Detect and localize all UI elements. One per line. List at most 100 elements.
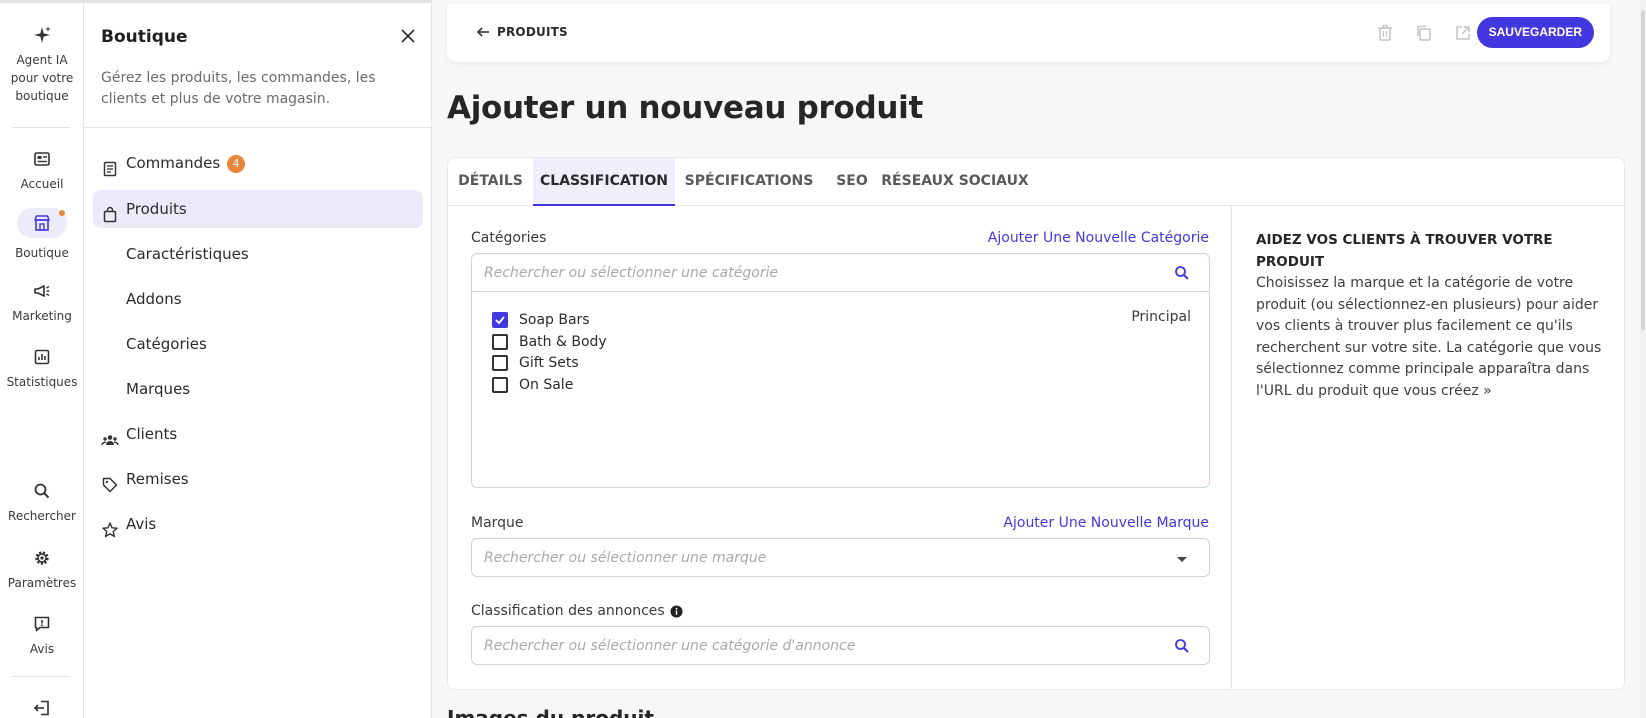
duplicate-icon[interactable] — [1414, 23, 1434, 43]
classification-form: Catégories Ajouter Une Nouvelle Catégori… — [448, 206, 1232, 689]
gear-icon — [32, 548, 52, 568]
rail-divider — [12, 676, 70, 677]
sidebar-item-produits[interactable]: Produits — [93, 190, 423, 228]
category-option[interactable]: Soap Bars — [492, 310, 590, 330]
sidebar-item-label: Caractéristiques — [126, 245, 249, 263]
sidebar-item-label: Marques — [126, 380, 191, 398]
product-form-card: DÉTAILS CLASSIFICATION SPÉCIFICATIONS SE… — [447, 157, 1625, 690]
search-icon — [1173, 264, 1191, 282]
search-icon — [32, 481, 52, 501]
tab-specifications[interactable]: SPÉCIFICATIONS — [675, 158, 823, 206]
rail-label: Paramètres — [7, 576, 77, 590]
ai-agent-button[interactable]: Agent IA pour votre boutique — [0, 25, 84, 105]
sidebar-item-caracteristiques[interactable]: Caractéristiques — [93, 235, 423, 273]
rail-item-accueil[interactable]: Accueil — [0, 149, 84, 193]
sidebar-item-clients[interactable]: Clients — [93, 415, 423, 453]
sidebar-item-categories[interactable]: Catégories — [93, 325, 423, 363]
sidebar-item-label: Catégories — [126, 335, 207, 353]
sidebar-description: Gérez les produits, les commandes, les c… — [101, 70, 376, 107]
chevron-down-icon — [1173, 550, 1191, 568]
megaphone-icon — [32, 281, 52, 301]
receipt-icon — [101, 154, 119, 177]
sidebar-item-label: Avis — [126, 515, 157, 533]
tab-bar: DÉTAILS CLASSIFICATION SPÉCIFICATIONS SE… — [448, 158, 1624, 206]
star-icon — [101, 515, 119, 538]
category-name: Bath & Body — [519, 334, 607, 350]
rail-label: Statistiques — [6, 375, 78, 389]
sidebar-item-commandes[interactable]: Commandes 4 — [93, 144, 423, 182]
search-icon — [1173, 637, 1191, 655]
checkbox[interactable] — [492, 355, 508, 371]
rail-label: Accueil — [20, 177, 64, 191]
help-body: Choisissez la marque et la catégorie de … — [1256, 275, 1602, 399]
help-title: AIDEZ VOS CLIENTS À TROUVER VOTRE PRODUI… — [1256, 232, 1553, 270]
principal-label: Principal — [1131, 309, 1191, 325]
store-sidebar: Boutique Gérez les produits, les command… — [84, 0, 432, 718]
shopping-bag-icon — [101, 200, 119, 223]
category-option[interactable]: On Sale — [492, 375, 573, 395]
category-option[interactable]: Bath & Body — [492, 332, 607, 352]
brand-select[interactable]: Rechercher ou sélectionner une marque — [471, 538, 1210, 577]
categories-label: Catégories — [471, 230, 547, 246]
tag-icon — [101, 470, 119, 493]
page-scrollbar[interactable] — [1640, 0, 1646, 718]
orders-count-badge: 4 — [227, 155, 246, 173]
rail-item-avis[interactable]: Avis — [0, 614, 84, 658]
sidebar-item-label: Commandes — [126, 154, 221, 172]
category-placeholder: Rechercher ou sélectionner une catégorie — [484, 265, 779, 281]
help-panel: AIDEZ VOS CLIENTS À TROUVER VOTRE PRODUI… — [1256, 230, 1606, 402]
trash-icon[interactable] — [1375, 23, 1395, 43]
home-dashboard-icon — [32, 149, 52, 169]
category-option[interactable]: Gift Sets — [492, 353, 579, 373]
rail-item-rechercher[interactable]: Rechercher — [0, 481, 84, 525]
product-images-section-title: Images du produit — [447, 706, 654, 718]
sidebar-item-label: Clients — [126, 425, 178, 443]
rail-divider — [12, 127, 70, 128]
logout-icon — [32, 698, 52, 718]
rail-item-marketing[interactable]: Marketing — [0, 281, 84, 325]
sidebar-item-label: Remises — [126, 470, 189, 488]
listing-placeholder: Rechercher ou sélectionner une catégorie… — [484, 638, 856, 654]
users-icon — [101, 425, 119, 446]
icon-rail: Agent IA pour votre boutique Accueil Bou… — [0, 0, 84, 718]
checkbox[interactable] — [492, 334, 508, 350]
info-icon[interactable] — [670, 604, 683, 618]
listing-category-search-input[interactable]: Rechercher ou sélectionner une catégorie… — [471, 626, 1210, 665]
category-name: On Sale — [519, 377, 574, 393]
tab-details[interactable]: DÉTAILS — [448, 158, 533, 206]
action-bar: PRODUITS SAUVEGARDER — [447, 4, 1610, 62]
save-button[interactable]: SAUVEGARDER — [1476, 17, 1594, 48]
sidebar-divider — [84, 127, 432, 128]
notification-dot — [59, 210, 65, 216]
tab-social[interactable]: RÉSEAUX SOCIAUX — [881, 158, 1029, 206]
category-list: Soap Bars Principal Bath & Body Gift Set… — [471, 291, 1210, 488]
sidebar-item-avis[interactable]: Avis — [93, 505, 423, 543]
rail-label: Boutique — [15, 246, 69, 260]
add-brand-link[interactable]: Ajouter Une Nouvelle Marque — [1003, 515, 1209, 531]
logout-button[interactable] — [0, 698, 84, 718]
rail-item-boutique[interactable]: Boutique — [0, 208, 84, 262]
listing-label-text: Classification des annonces — [471, 603, 665, 619]
checkbox-checked[interactable] — [492, 312, 508, 328]
sidebar-item-label: Addons — [126, 290, 182, 308]
tab-seo[interactable]: SEO — [823, 158, 881, 206]
rail-item-statistiques[interactable]: Statistiques — [0, 347, 84, 391]
sidebar-item-marques[interactable]: Marques — [93, 370, 423, 408]
rail-label: Marketing — [12, 309, 72, 323]
tab-classification[interactable]: CLASSIFICATION — [533, 158, 675, 206]
sidebar-item-addons[interactable]: Addons — [93, 280, 423, 318]
add-category-link[interactable]: Ajouter Une Nouvelle Catégorie — [988, 230, 1209, 246]
category-name: Gift Sets — [519, 355, 579, 371]
back-label: PRODUITS — [497, 25, 568, 39]
sidebar-item-remises[interactable]: Remises — [93, 460, 423, 498]
arrow-left-icon — [476, 27, 489, 37]
close-icon[interactable] — [399, 27, 417, 45]
external-link-icon[interactable] — [1453, 23, 1473, 43]
category-search-input[interactable]: Rechercher ou sélectionner une catégorie — [471, 253, 1210, 292]
back-to-products-link[interactable]: PRODUITS — [475, 24, 568, 40]
category-name: Soap Bars — [519, 312, 590, 328]
rail-item-parametres[interactable]: Paramètres — [0, 548, 84, 592]
ai-agent-label: Agent IA pour votre boutique — [10, 53, 74, 103]
checkbox[interactable] — [492, 377, 508, 393]
chart-icon — [32, 347, 52, 367]
